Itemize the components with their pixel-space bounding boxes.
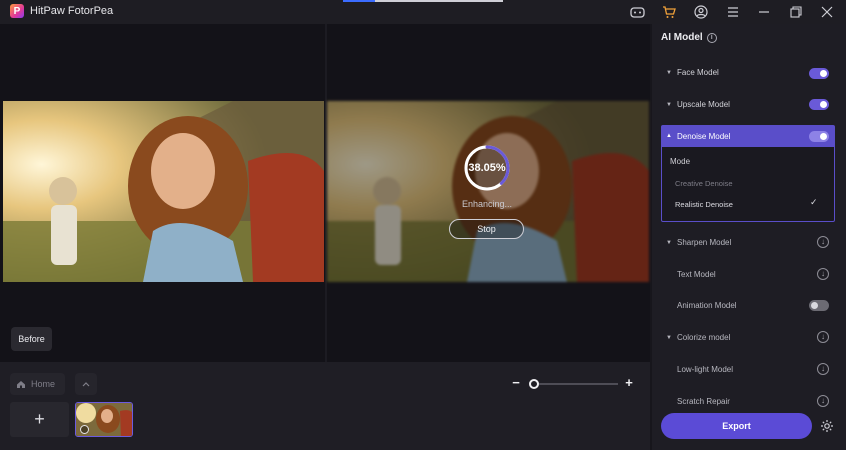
realistic-denoise-option[interactable]: Realistic Denoise [675, 200, 733, 209]
menu-icon[interactable] [723, 2, 743, 22]
app-title: HitPaw FotorPea [30, 5, 114, 17]
stop-button[interactable]: Stop [449, 219, 524, 239]
home-button[interactable]: Home [10, 373, 65, 395]
download-icon[interactable]: ↓ [817, 363, 829, 375]
enhancing-status: Enhancing... [461, 199, 513, 209]
ai-model-panel [652, 24, 846, 450]
animation-model-toggle[interactable] [809, 300, 829, 311]
before-image [3, 101, 324, 282]
model-label-sharpen[interactable]: Sharpen Model [677, 238, 731, 247]
model-label-animation[interactable]: Animation Model [677, 301, 737, 310]
caret-down-icon: ▼ [666, 70, 672, 76]
before-button[interactable]: Before [11, 327, 52, 351]
panel-title-text: AI Model [661, 32, 703, 43]
chevron-up-icon [82, 382, 90, 387]
caret-down-icon: ▼ [666, 240, 672, 246]
download-icon[interactable]: ↓ [817, 331, 829, 343]
model-label-face[interactable]: Face Model [677, 68, 719, 77]
app-logo-icon: P [10, 4, 24, 18]
maximize-icon[interactable] [786, 2, 806, 22]
download-icon[interactable]: ↓ [817, 268, 829, 280]
add-image-button[interactable]: + [10, 402, 69, 437]
close-icon[interactable] [817, 2, 837, 22]
caret-up-icon: ▲ [666, 133, 672, 139]
model-label-denoise[interactable]: Denoise Model [677, 132, 730, 141]
download-icon[interactable]: ↓ [817, 236, 829, 248]
model-label-upscale[interactable]: Upscale Model [677, 100, 730, 109]
denoise-model-toggle[interactable] [809, 131, 829, 142]
caret-down-icon: ▼ [666, 102, 672, 108]
minimize-icon[interactable] [754, 2, 774, 22]
denoise-mode-label: Mode [670, 157, 691, 166]
info-icon[interactable]: i [706, 32, 717, 43]
creative-denoise-option[interactable]: Creative Denoise [675, 179, 733, 188]
model-label-low-light[interactable]: Low-light Model [677, 365, 733, 374]
title-bar [0, 0, 846, 24]
zoom-out-button[interactable]: − [509, 375, 523, 390]
model-label-text[interactable]: Text Model [677, 270, 716, 279]
progress-percentage: 38.05% [468, 162, 506, 174]
model-label-scratch-repair[interactable]: Scratch Repair [677, 397, 730, 406]
clock-icon [80, 425, 89, 434]
account-icon[interactable] [691, 2, 711, 22]
cart-icon[interactable] [659, 2, 679, 22]
model-label-colorize[interactable]: Colorize model [677, 333, 730, 342]
zoom-slider[interactable] [530, 383, 618, 385]
upscale-model-toggle[interactable] [809, 99, 829, 110]
face-model-toggle[interactable] [809, 68, 829, 79]
settings-icon[interactable] [820, 419, 834, 433]
discord-icon[interactable] [627, 2, 647, 22]
collapse-button[interactable] [75, 373, 97, 395]
export-button[interactable]: Export [661, 413, 812, 439]
checkmark-icon: ✓ [810, 197, 818, 207]
caret-down-icon: ▼ [666, 335, 672, 341]
home-icon [17, 380, 25, 388]
home-label: Home [31, 379, 56, 389]
download-icon[interactable]: ↓ [817, 395, 829, 407]
panel-title: AI Model i [661, 32, 717, 43]
top-progress-bar [343, 0, 503, 2]
zoom-in-button[interactable]: + [622, 375, 636, 390]
zoom-slider-knob[interactable] [529, 379, 539, 389]
